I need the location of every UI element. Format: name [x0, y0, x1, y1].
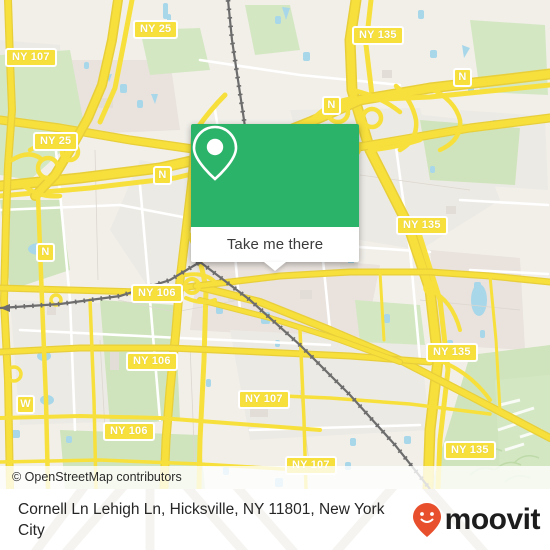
- location-title: Cornell Ln Lehigh Ln, Hicksville, NY 118…: [18, 500, 385, 539]
- route-shield-ny107-topleft[interactable]: NY 107: [5, 48, 57, 67]
- moovit-logo[interactable]: moovit: [412, 502, 541, 538]
- location-pin-icon: [192, 125, 238, 181]
- take-me-there-label: Take me there: [226, 236, 324, 253]
- route-shield-ny25-left[interactable]: NY 25: [33, 132, 79, 151]
- route-shield-w-left[interactable]: W: [16, 395, 35, 414]
- route-shield-ny106-upper[interactable]: NY 106: [131, 284, 183, 303]
- route-shield-ny135-top[interactable]: NY 135: [352, 26, 404, 45]
- route-shield-ny106-lower[interactable]: NY 106: [103, 422, 155, 441]
- route-shield-ny135-bottom[interactable]: NY 135: [444, 441, 496, 460]
- location-popup[interactable]: Take me there: [191, 124, 359, 271]
- moovit-smiley-pin-icon: [412, 502, 441, 537]
- route-shield-n-mid[interactable]: N: [153, 166, 172, 185]
- take-me-there-button[interactable]: Take me there: [191, 227, 359, 271]
- route-shield-ny135-lower[interactable]: NY 135: [426, 343, 478, 362]
- popup-tail-pointer: [264, 262, 286, 271]
- map-screenshot: .land { fill:#f2efe9; } .resid { fill:#e…: [0, 0, 550, 550]
- footer-bar: Cornell Ln Lehigh Ln, Hicksville, NY 118…: [0, 489, 550, 550]
- route-shield-ny135-mid[interactable]: NY 135: [396, 216, 448, 235]
- osm-attribution[interactable]: © OpenStreetMap contributors: [0, 466, 550, 489]
- route-shield-n-upper[interactable]: N: [322, 96, 341, 115]
- map-canvas[interactable]: .land { fill:#f2efe9; } .resid { fill:#e…: [0, 0, 550, 489]
- route-shield-n-topright[interactable]: N: [453, 68, 472, 87]
- route-shield-ny25-top[interactable]: NY 25: [133, 20, 179, 39]
- route-shield-ny106-mid[interactable]: NY 106: [126, 352, 178, 371]
- popup-header: [191, 124, 359, 227]
- route-shield-ny107-mid[interactable]: NY 107: [238, 390, 290, 409]
- moovit-wordmark: moovit: [444, 502, 541, 536]
- route-shield-n-left[interactable]: N: [36, 243, 55, 262]
